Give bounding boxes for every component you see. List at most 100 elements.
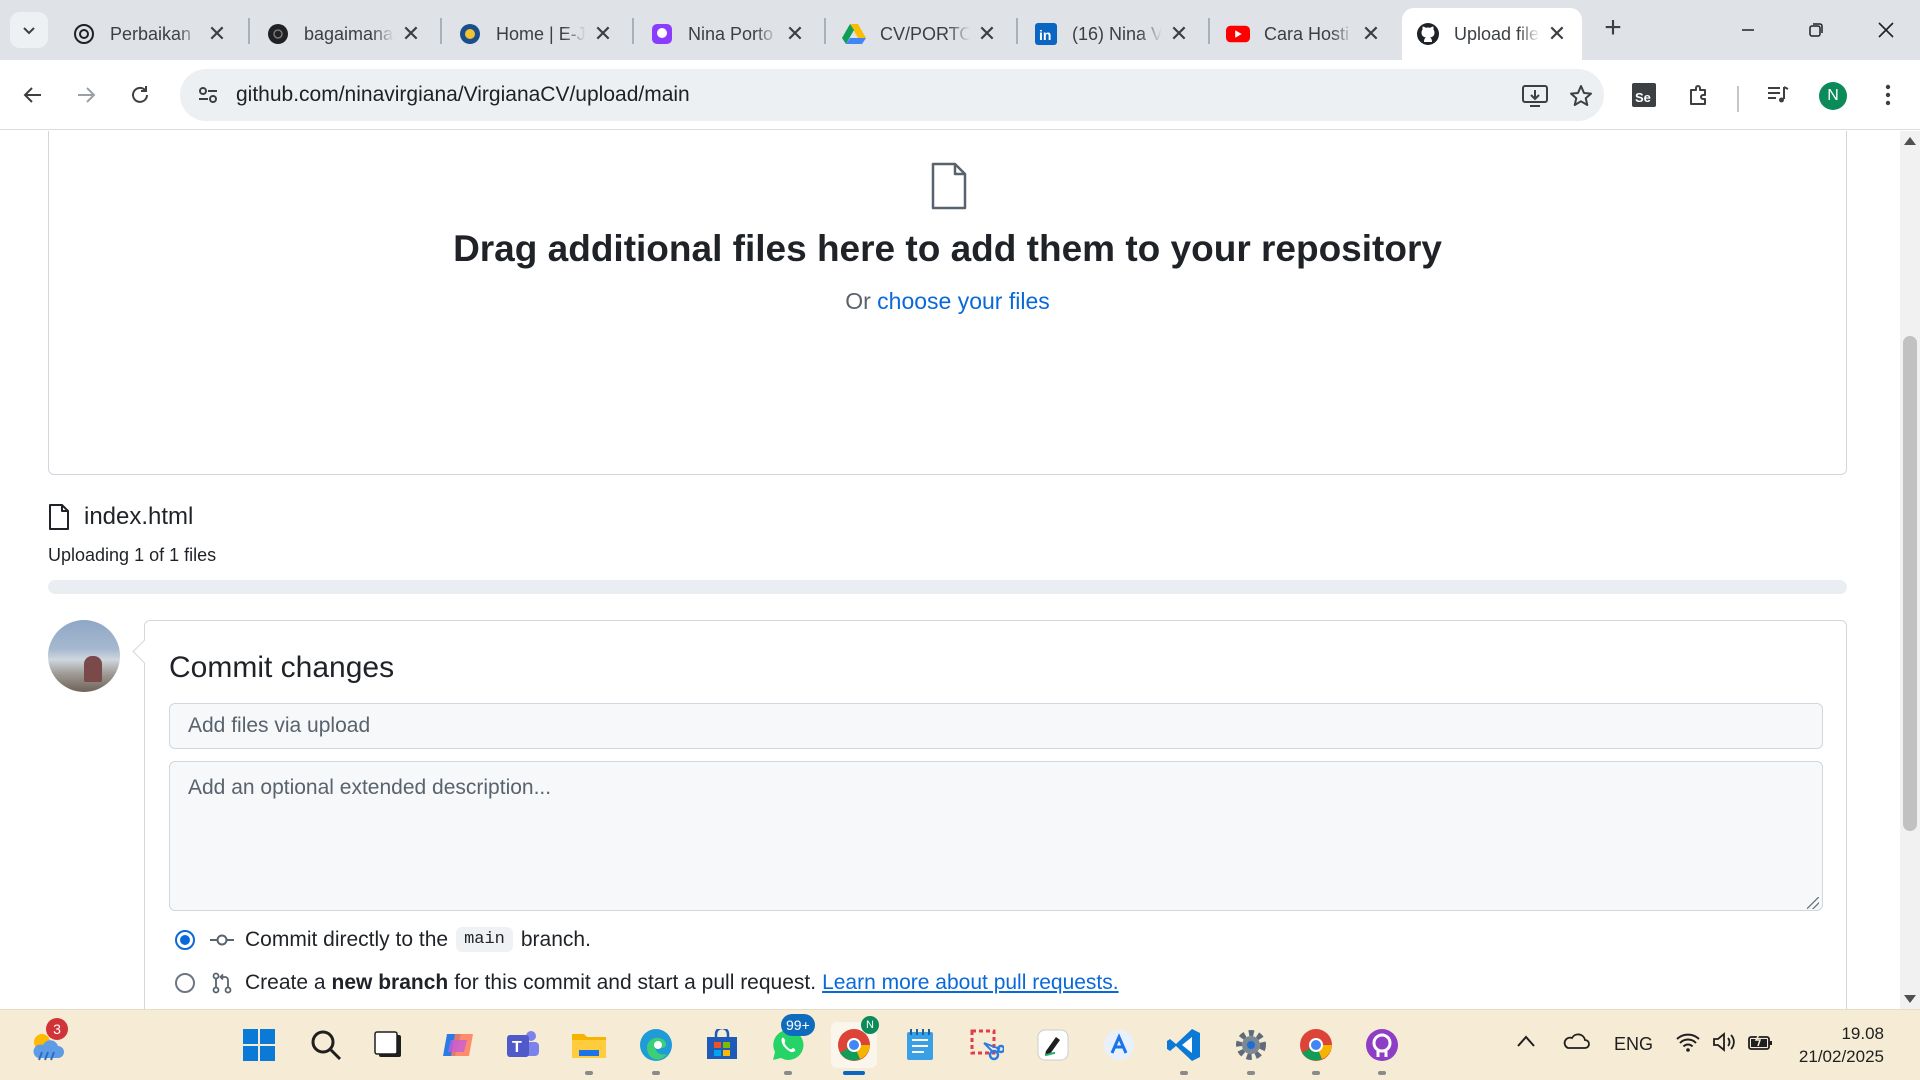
close-icon[interactable]: ✕ bbox=[1168, 23, 1190, 45]
tab-search-button[interactable] bbox=[10, 12, 48, 48]
browser-tab[interactable]: in (16) Nina V ✕ bbox=[1020, 8, 1204, 60]
new-tab-button[interactable]: + bbox=[1598, 13, 1628, 44]
close-icon[interactable]: ✕ bbox=[1360, 23, 1382, 45]
browser-menu-button[interactable] bbox=[1870, 77, 1906, 113]
language-indicator[interactable]: ENG bbox=[1614, 1034, 1653, 1055]
tab-title: bagaimana bbox=[304, 23, 394, 44]
browser-toolbar: github.com/ninavirgiana/VirgianaCV/uploa… bbox=[0, 60, 1920, 130]
start-button[interactable] bbox=[236, 1022, 282, 1068]
browser-tab[interactable]: bagaimana ✕ bbox=[252, 8, 436, 60]
microsoft-store-app[interactable] bbox=[699, 1022, 745, 1068]
system-clock[interactable]: 19.08 21/02/2025 bbox=[1792, 1022, 1884, 1068]
edge-app[interactable] bbox=[633, 1022, 679, 1075]
commit-direct-option[interactable]: Commit directly to the main branch. bbox=[175, 927, 591, 952]
canva-icon bbox=[650, 22, 674, 46]
more-vertical-icon bbox=[1885, 84, 1891, 106]
whatsapp-app[interactable]: 99+ bbox=[765, 1014, 815, 1075]
file-explorer-app[interactable] bbox=[566, 1022, 612, 1075]
close-icon bbox=[1878, 22, 1894, 38]
weather-widget[interactable]: 3 bbox=[24, 1018, 70, 1068]
dropzone-subtitle: Or choose your files bbox=[49, 288, 1846, 315]
drawing-app[interactable] bbox=[1030, 1022, 1076, 1068]
volume-tray[interactable] bbox=[1712, 1032, 1736, 1057]
profile-avatar[interactable]: N bbox=[1819, 82, 1847, 110]
commit-direct-radio[interactable] bbox=[175, 929, 195, 950]
battery-charging-icon bbox=[1748, 1032, 1772, 1050]
close-icon[interactable]: ✕ bbox=[1546, 23, 1568, 45]
close-icon[interactable]: ✕ bbox=[976, 23, 998, 45]
github-desktop-icon bbox=[1366, 1029, 1398, 1061]
translator-app[interactable] bbox=[1096, 1022, 1142, 1068]
install-app-icon[interactable] bbox=[1520, 81, 1550, 111]
tab-title: CV/PORTO bbox=[880, 23, 970, 44]
extensions-puzzle-icon[interactable] bbox=[1681, 77, 1717, 113]
running-indicator bbox=[843, 1071, 865, 1075]
user-avatar[interactable] bbox=[48, 620, 120, 692]
edge-icon bbox=[640, 1029, 672, 1061]
browser-tab[interactable]: Cara Hosti ✕ bbox=[1212, 8, 1396, 60]
snipping-tool-app[interactable] bbox=[963, 1022, 1009, 1068]
arrow-right-icon bbox=[78, 87, 96, 103]
wifi-tray[interactable] bbox=[1676, 1032, 1700, 1057]
running-indicator bbox=[1312, 1071, 1320, 1075]
copilot-app[interactable] bbox=[435, 1022, 481, 1068]
settings-app[interactable] bbox=[1228, 1022, 1274, 1075]
notepad-app[interactable] bbox=[897, 1022, 943, 1068]
browser-tab[interactable]: Nina Porto ✕ bbox=[636, 8, 820, 60]
youtube-icon bbox=[1226, 22, 1250, 46]
close-icon[interactable]: ✕ bbox=[784, 23, 806, 45]
forward-button[interactable] bbox=[68, 77, 104, 113]
running-indicator bbox=[652, 1071, 660, 1075]
snipping-tool-icon bbox=[970, 1029, 1004, 1061]
show-hidden-icons-button[interactable] bbox=[1516, 1032, 1536, 1053]
browser-tab[interactable]: Perbaikan ✕ bbox=[58, 8, 242, 60]
file-dropzone[interactable]: Drag additional files here to add them t… bbox=[48, 131, 1847, 475]
reload-icon bbox=[132, 86, 148, 103]
reload-button[interactable] bbox=[122, 77, 158, 113]
teams-app[interactable]: T bbox=[500, 1022, 546, 1068]
windows-logo-icon bbox=[243, 1029, 275, 1061]
commit-summary-input[interactable] bbox=[169, 703, 1823, 749]
commit-description-textarea[interactable] bbox=[169, 761, 1823, 911]
bookmark-star-icon[interactable] bbox=[1566, 81, 1596, 111]
chrome-app-2[interactable] bbox=[1293, 1022, 1339, 1075]
speaker-icon bbox=[1713, 1032, 1735, 1052]
task-view-button[interactable] bbox=[366, 1022, 412, 1068]
github-desktop-app[interactable] bbox=[1359, 1022, 1405, 1075]
choose-files-link[interactable]: choose your files bbox=[877, 288, 1050, 314]
tab-divider bbox=[1016, 18, 1018, 44]
learn-more-pull-requests-link[interactable]: Learn more about pull requests. bbox=[822, 971, 1119, 995]
close-icon[interactable]: ✕ bbox=[400, 23, 422, 45]
search-button[interactable] bbox=[303, 1022, 349, 1068]
address-bar[interactable]: github.com/ninavirgiana/VirgianaCV/uploa… bbox=[180, 69, 1604, 121]
scrollbar-thumb[interactable] bbox=[1903, 336, 1917, 831]
browser-tab[interactable]: CV/PORTO ✕ bbox=[828, 8, 1012, 60]
textarea-resize-handle[interactable] bbox=[1807, 897, 1819, 909]
teams-icon: T bbox=[507, 1031, 539, 1057]
avatar-photo-figure bbox=[84, 656, 102, 682]
minimize-button[interactable] bbox=[1728, 10, 1768, 50]
restore-button[interactable] bbox=[1796, 10, 1836, 50]
github-icon bbox=[1416, 22, 1440, 46]
vscode-app[interactable] bbox=[1161, 1022, 1207, 1075]
browser-tab-active[interactable]: Upload file ✕ bbox=[1402, 8, 1582, 60]
minimize-icon bbox=[1742, 29, 1754, 31]
close-window-button[interactable] bbox=[1866, 10, 1906, 50]
battery-tray[interactable] bbox=[1748, 1032, 1774, 1057]
new-branch-radio[interactable] bbox=[175, 973, 195, 993]
google-drive-icon bbox=[842, 22, 866, 46]
close-icon[interactable]: ✕ bbox=[206, 23, 228, 45]
scroll-down-arrow-icon[interactable] bbox=[1904, 995, 1916, 1003]
close-icon[interactable]: ✕ bbox=[592, 23, 614, 45]
site-settings-icon[interactable] bbox=[196, 83, 220, 107]
scroll-up-arrow-icon[interactable] bbox=[1904, 137, 1916, 145]
commit-new-branch-option[interactable]: Create a new branch for this commit and … bbox=[175, 971, 1119, 995]
page-scrollbar[interactable] bbox=[1900, 131, 1920, 1009]
back-button[interactable] bbox=[15, 77, 51, 113]
chrome-app-active[interactable]: N bbox=[831, 1016, 879, 1075]
chrome-profile-badge: N bbox=[861, 1016, 879, 1034]
onedrive-tray[interactable] bbox=[1562, 1032, 1590, 1055]
browser-tab[interactable]: Home | E-J ✕ bbox=[444, 8, 628, 60]
media-control-icon[interactable] bbox=[1760, 77, 1796, 113]
selenium-extension-icon[interactable]: Se bbox=[1626, 77, 1662, 113]
